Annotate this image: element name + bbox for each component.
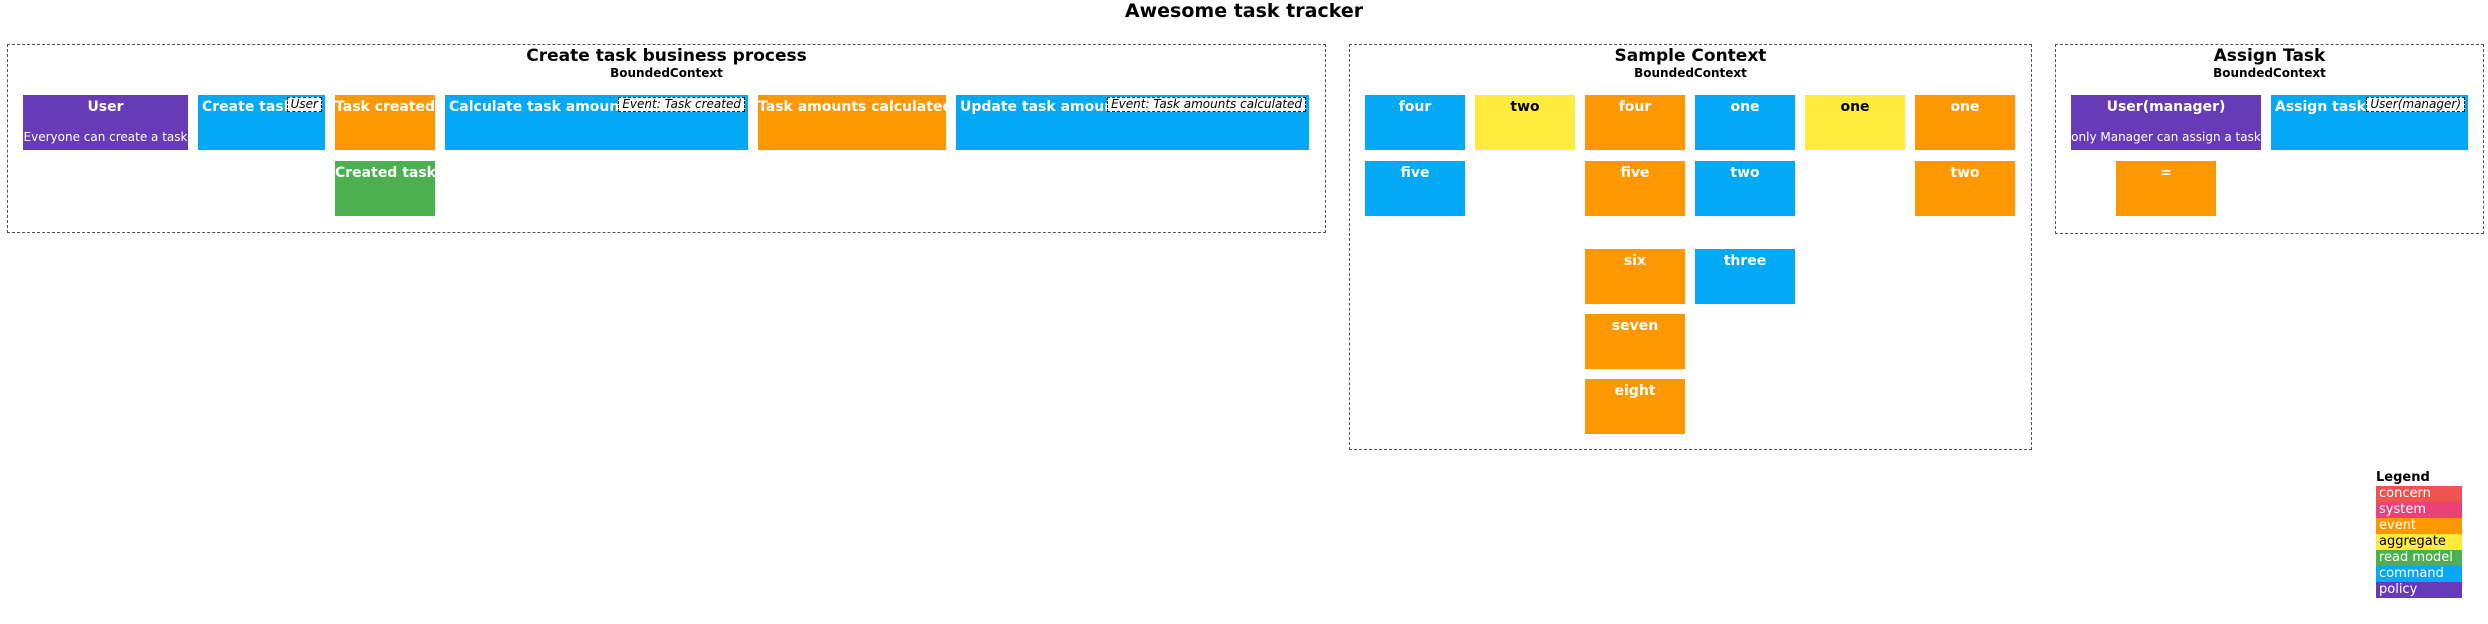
note-label: one [1950, 99, 1980, 115]
note-label: = [2160, 165, 2172, 181]
note-label: two [1950, 165, 1980, 181]
note-label: four [1398, 99, 1432, 115]
command-two[interactable]: two [1695, 161, 1795, 216]
event-four[interactable]: four [1585, 95, 1685, 150]
event-eight[interactable]: eight [1585, 379, 1685, 434]
legend-item-system: system [2376, 502, 2462, 518]
context-type: BoundedContext [1634, 66, 1747, 80]
command-assign-tasks[interactable]: Assign tasks User(manager) [2271, 95, 2468, 150]
policy-user-manager[interactable]: User(manager) only Manager can assign a … [2071, 95, 2261, 150]
event-five[interactable]: five [1585, 161, 1685, 216]
context-name: Sample Context [1614, 46, 1767, 66]
event-task-amounts-calculated[interactable]: Task amounts calculated [758, 95, 946, 150]
event-six[interactable]: six [1585, 249, 1685, 304]
trigger-tag: Event: Task created [618, 97, 745, 112]
note-label: User(manager) [2106, 99, 2226, 115]
note-label: five [1620, 165, 1650, 181]
command-five[interactable]: five [1365, 161, 1465, 216]
command-update-task-amounts[interactable]: Update task amounts Event: Task amounts … [956, 95, 1309, 150]
legend-item-policy: policy [2376, 582, 2462, 598]
trigger-tag: Event: Task amounts calculated [1107, 97, 1306, 112]
command-one[interactable]: one [1695, 95, 1795, 150]
note-label: six [1623, 253, 1647, 269]
note-label: four [1618, 99, 1652, 115]
note-label: Task created [335, 99, 435, 115]
policy-user[interactable]: User Everyone can create a task [23, 95, 188, 150]
command-create-task[interactable]: Create task User [198, 95, 325, 150]
event-one[interactable]: one [1915, 95, 2015, 150]
note-label: five [1400, 165, 1430, 181]
legend: Legend concern system event aggregate re… [2376, 470, 2462, 598]
command-four[interactable]: four [1365, 95, 1465, 150]
note-label: three [1723, 253, 1767, 269]
note-label: eight [1614, 383, 1656, 399]
context-type: BoundedContext [2213, 66, 2326, 80]
note-label: one [1840, 99, 1870, 115]
note-label: two [1730, 165, 1760, 181]
legend-item-event: event [2376, 518, 2462, 534]
context-name: Assign Task [2213, 46, 2326, 66]
note-label: two [1510, 99, 1540, 115]
note-label: seven [1611, 318, 1659, 334]
legend-item-command: command [2376, 566, 2462, 582]
context-type: BoundedContext [610, 66, 723, 80]
event-seven[interactable]: seven [1585, 314, 1685, 369]
event-equals[interactable]: = [2116, 161, 2216, 216]
note-label: one [1730, 99, 1760, 115]
command-calculate-task-amounts[interactable]: Calculate task amounts Event: Task creat… [445, 95, 748, 150]
readmodel-created-task[interactable]: Created task [335, 161, 435, 216]
event-task-created[interactable]: Task created [335, 95, 435, 150]
note-sublabel: only Manager can assign a task [2071, 130, 2261, 144]
note-label: Task amounts calculated [758, 99, 946, 115]
event-two[interactable]: two [1915, 161, 2015, 216]
diagram-title: Awesome task tracker [1124, 0, 1364, 22]
legend-title: Legend [2376, 470, 2430, 485]
actor-tag: User(manager) [2366, 97, 2465, 112]
note-label: Created task [335, 165, 435, 181]
context-name: Create task business process [526, 46, 807, 66]
command-three[interactable]: three [1695, 249, 1795, 304]
actor-tag: User [286, 97, 322, 112]
aggregate-one[interactable]: one [1805, 95, 1905, 150]
aggregate-two[interactable]: two [1475, 95, 1575, 150]
legend-item-read-model: read model [2376, 550, 2462, 566]
note-sublabel: Everyone can create a task [23, 130, 188, 144]
note-label: User [87, 99, 124, 115]
legend-item-aggregate: aggregate [2376, 534, 2462, 550]
legend-item-concern: concern [2376, 486, 2462, 502]
